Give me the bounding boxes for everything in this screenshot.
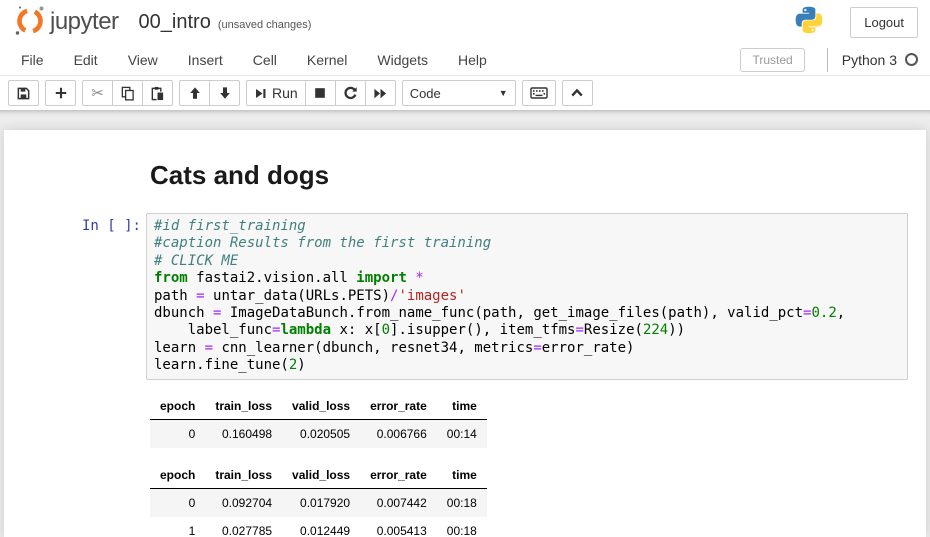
- table-header-epoch: epoch: [150, 393, 205, 420]
- table-header-train_loss: train_loss: [205, 462, 282, 489]
- table-header-train_loss: train_loss: [205, 393, 282, 420]
- table-cell: 0.005413: [360, 517, 437, 537]
- copy-cell-button[interactable]: [112, 80, 143, 106]
- code-line: label_func=lambda x: x[0].isupper(), ite…: [154, 322, 900, 339]
- code-line: learn.fine_tune(2): [154, 357, 900, 374]
- run-cell-button[interactable]: Run: [246, 80, 306, 106]
- logout-button[interactable]: Logout: [850, 7, 918, 38]
- jupyter-logo[interactable]: jupyter: [12, 2, 119, 43]
- table-cell: 0.020505: [282, 419, 360, 448]
- restart-kernel-button[interactable]: [335, 80, 366, 106]
- interrupt-kernel-button[interactable]: [305, 80, 336, 106]
- keyboard-icon: [530, 86, 548, 100]
- table-header-time: time: [437, 393, 487, 420]
- code-line: # CLICK ME: [154, 253, 900, 270]
- kernel-name: Python 3: [842, 52, 897, 68]
- notebook-title[interactable]: 00_intro: [139, 11, 211, 34]
- table-cell: 00:18: [437, 488, 487, 517]
- table-cell: 0: [150, 419, 205, 448]
- run-button-label: Run: [272, 85, 298, 101]
- copy-icon: [120, 86, 135, 101]
- cell-type-dropdown[interactable]: Code ▼: [402, 80, 516, 106]
- table-cell: 0.092704: [205, 488, 282, 517]
- save-icon: [16, 86, 31, 101]
- jupyter-logo-text: jupyter: [50, 8, 119, 36]
- command-palette-button[interactable]: [522, 80, 556, 106]
- table-cell: 0.007442: [360, 488, 437, 517]
- table-row: 10.0277850.0124490.00541300:18: [150, 517, 487, 537]
- code-input-area[interactable]: #id first_training#caption Results from …: [146, 213, 908, 380]
- restart-run-all-icon: [373, 86, 388, 101]
- move-down-icon: [218, 86, 232, 100]
- chevron-down-icon: ▼: [499, 88, 508, 98]
- menu-item-edit[interactable]: Edit: [59, 45, 113, 75]
- notebook-shadow-band: [0, 110, 930, 130]
- table-cell: 1: [150, 517, 205, 537]
- code-line: from fastai2.vision.all import *: [154, 270, 900, 287]
- add-cell-button[interactable]: [45, 80, 76, 106]
- table-row: 00.0927040.0179200.00744200:18: [150, 488, 487, 517]
- move-up-icon: [188, 86, 202, 100]
- paste-cell-button[interactable]: [142, 80, 173, 106]
- paste-icon: [150, 86, 165, 101]
- menu-item-help[interactable]: Help: [443, 45, 502, 75]
- training-results-table: epochtrain_lossvalid_losserror_ratetime0…: [150, 462, 487, 537]
- table-header-error_rate: error_rate: [360, 393, 437, 420]
- table-header-epoch: epoch: [150, 462, 205, 489]
- cut-icon: ✂: [91, 84, 104, 102]
- table-cell: 0.017920: [282, 488, 360, 517]
- chevron-up-icon: [570, 87, 584, 99]
- jupyter-logo-icon: [12, 2, 48, 43]
- menu-item-cell[interactable]: Cell: [238, 45, 292, 75]
- move-cell-up-button[interactable]: [179, 80, 210, 106]
- restart-kernel-icon: [343, 86, 358, 101]
- menu-bar: FileEditViewInsertCellKernelWidgetsHelp …: [0, 44, 930, 76]
- restart-run-all-button[interactable]: [365, 80, 396, 106]
- move-cell-down-button[interactable]: [209, 80, 240, 106]
- toolbar: ✂ Run: [0, 76, 930, 110]
- table-cell: 0.006766: [360, 419, 437, 448]
- notebook-container: Cats and dogs In [ ]: #id first_training…: [4, 130, 926, 537]
- table-header-error_rate: error_rate: [360, 462, 437, 489]
- toggle-toolbar-button[interactable]: [562, 80, 593, 106]
- checkpoint-status: (unsaved changes): [218, 13, 312, 31]
- menu-item-file[interactable]: File: [6, 45, 59, 75]
- table-row: 00.1604980.0205050.00676600:14: [150, 419, 487, 448]
- add-cell-icon: [54, 86, 68, 100]
- code-cell: In [ ]: #id first_training#caption Resul…: [4, 213, 908, 380]
- menu-item-view[interactable]: View: [113, 45, 173, 75]
- code-line: #caption Results from the first training: [154, 235, 900, 252]
- table-cell: 0.027785: [205, 517, 282, 537]
- table-cell: 0.160498: [205, 419, 282, 448]
- menu-item-insert[interactable]: Insert: [173, 45, 238, 75]
- cell-type-selected: Code: [410, 86, 441, 101]
- training-results-table: epochtrain_lossvalid_losserror_ratetime0…: [150, 393, 487, 448]
- cell-prompt: In [ ]:: [4, 213, 146, 380]
- table-cell: 00:18: [437, 517, 487, 537]
- app-header: jupyter 00_intro (unsaved changes) Logou…: [0, 0, 930, 44]
- stop-icon: [313, 86, 327, 100]
- menu-item-widgets[interactable]: Widgets: [362, 45, 443, 75]
- code-line: learn = cnn_learner(dbunch, resnet34, me…: [154, 340, 900, 357]
- cut-cell-button[interactable]: ✂: [82, 80, 113, 106]
- trusted-badge[interactable]: Trusted: [740, 48, 804, 72]
- table-cell: 00:14: [437, 419, 487, 448]
- cell-outputs: epochtrain_lossvalid_losserror_ratetime0…: [150, 393, 926, 537]
- markdown-heading: Cats and dogs: [150, 160, 926, 191]
- table-header-time: time: [437, 462, 487, 489]
- menu-divider: [827, 48, 828, 72]
- table-header-valid_loss: valid_loss: [282, 462, 360, 489]
- kernel-idle-indicator-icon: [905, 53, 918, 66]
- code-line: dbunch = ImageDataBunch.from_name_func(p…: [154, 305, 900, 322]
- code-line: #id first_training: [154, 218, 900, 235]
- run-icon: [254, 87, 267, 100]
- save-button[interactable]: [8, 80, 39, 106]
- menu-item-kernel[interactable]: Kernel: [292, 45, 362, 75]
- code-line: path = untar_data(URLs.PETS)/'images': [154, 288, 900, 305]
- table-cell: 0: [150, 488, 205, 517]
- table-header-valid_loss: valid_loss: [282, 393, 360, 420]
- table-cell: 0.012449: [282, 517, 360, 537]
- python-logo-icon: [794, 5, 824, 40]
